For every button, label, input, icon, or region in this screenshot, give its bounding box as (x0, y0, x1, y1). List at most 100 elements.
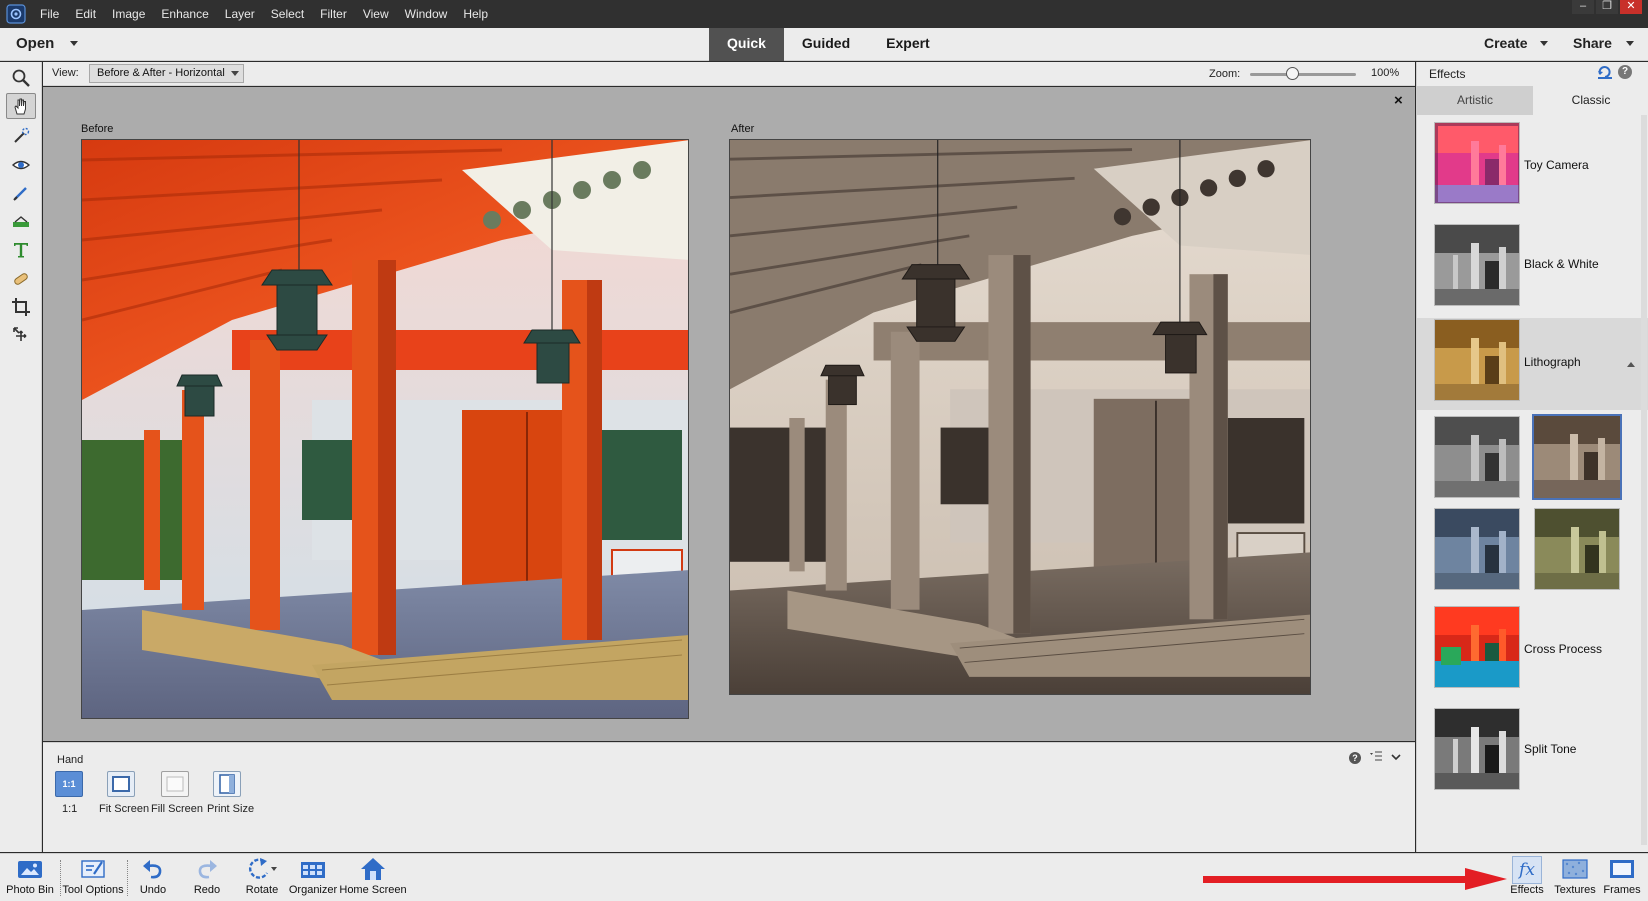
effect-thumbnail (1434, 224, 1520, 306)
effects-button[interactable]: fx Effects (1508, 854, 1546, 901)
effect-toy-camera[interactable]: Toy Camera (1417, 120, 1648, 218)
variation-sepia-selected[interactable] (1532, 414, 1622, 500)
variation-gray[interactable] (1434, 416, 1520, 498)
print-size-button[interactable] (213, 771, 241, 797)
organizer-button[interactable]: Organizer (289, 854, 337, 901)
crop-tool-icon[interactable] (6, 294, 36, 320)
effect-black-white[interactable]: Black & White (1417, 218, 1648, 318)
close-icon[interactable]: × (1394, 92, 1403, 109)
reset-icon[interactable] (1597, 65, 1613, 82)
menu-enhance[interactable]: Enhance (153, 0, 216, 28)
quick-selection-tool-icon[interactable] (6, 123, 36, 149)
zoom-slider-thumb[interactable] (1285, 67, 1299, 80)
hand-tool-icon[interactable] (6, 93, 36, 119)
effect-label: Cross Process (1524, 642, 1603, 656)
view-select-value: Before & After - Horizontal (97, 67, 225, 79)
collapse-caret-icon[interactable] (1627, 362, 1635, 367)
chevron-down-icon (231, 71, 239, 76)
after-label: After (731, 123, 755, 135)
menu-select[interactable]: Select (263, 0, 312, 28)
fill-screen-button[interactable] (161, 771, 189, 797)
effects-fx-icon: fx (1512, 856, 1542, 884)
red-eye-tool-icon[interactable] (6, 152, 36, 178)
effect-thumbnail (1434, 319, 1520, 401)
menu-file[interactable]: File (32, 0, 67, 28)
tab-artistic[interactable]: Artistic (1417, 86, 1533, 115)
effects-scrollbar[interactable] (1641, 115, 1647, 845)
image-canvas: × Before After (43, 87, 1415, 741)
before-image[interactable] (81, 139, 689, 719)
open-button[interactable]: Open (16, 35, 54, 52)
task-label: Undo (139, 884, 167, 896)
menu-window[interactable]: Window (397, 0, 456, 28)
fill-screen-icon (166, 776, 184, 792)
share-button[interactable]: Share (1573, 35, 1612, 51)
menu-image[interactable]: Image (104, 0, 153, 28)
menu-bar: File Edit Image Enhance Layer Select Fil… (0, 0, 1648, 28)
create-dropdown-caret-icon[interactable] (1540, 41, 1548, 46)
effect-thumbnail (1434, 606, 1520, 688)
home-screen-button[interactable]: Home Screen (339, 854, 407, 901)
straighten-tool-icon[interactable] (6, 208, 36, 234)
tab-classic[interactable]: Classic (1533, 86, 1648, 115)
frames-button[interactable]: Frames (1602, 854, 1642, 901)
open-dropdown-caret-icon[interactable] (70, 41, 78, 46)
menu-filter[interactable]: Filter (312, 0, 355, 28)
create-button[interactable]: Create (1484, 35, 1528, 51)
effect-thumbnail (1434, 122, 1520, 204)
menu-view[interactable]: View (355, 0, 397, 28)
type-tool-icon[interactable] (6, 237, 36, 263)
tab-guided[interactable]: Guided (784, 28, 868, 61)
share-dropdown-caret-icon[interactable] (1626, 41, 1634, 46)
spot-healing-tool-icon[interactable] (6, 266, 36, 292)
task-label: Redo (193, 884, 221, 896)
textures-button[interactable]: Textures (1552, 854, 1598, 901)
undo-button[interactable]: Undo (133, 854, 173, 901)
help-icon[interactable]: ? (1349, 751, 1361, 764)
help-icon[interactable]: ? (1618, 65, 1632, 79)
organizer-icon (300, 854, 326, 884)
effect-cross-process[interactable]: Cross Process (1417, 602, 1648, 704)
one-to-one-button[interactable]: 1:1 (55, 771, 83, 797)
home-screen-icon (360, 854, 386, 884)
effect-lithograph[interactable]: Lithograph (1417, 318, 1648, 410)
window-controls: – ❐ ✕ (1572, 0, 1642, 16)
panel-menu-icon[interactable] (1369, 751, 1383, 764)
after-image[interactable] (729, 139, 1311, 695)
task-label: Rotate (245, 884, 279, 896)
menu-layer[interactable]: Layer (217, 0, 263, 28)
menu-edit[interactable]: Edit (67, 0, 104, 28)
tools-panel (0, 62, 42, 852)
move-tool-icon[interactable] (6, 322, 36, 348)
close-window-button[interactable]: ✕ (1620, 0, 1642, 14)
photo-bin-button[interactable]: Photo Bin (6, 854, 54, 901)
zoom-value: 100% (1371, 67, 1400, 79)
divider (60, 860, 61, 896)
variation-green[interactable] (1534, 508, 1620, 590)
variation-blue[interactable] (1434, 508, 1520, 590)
collapse-chevron-icon[interactable] (1391, 752, 1401, 764)
menu-help[interactable]: Help (455, 0, 496, 28)
textures-icon (1562, 854, 1588, 884)
fit-screen-button[interactable] (107, 771, 135, 797)
effect-label: Split Tone (1524, 742, 1577, 756)
tab-expert[interactable]: Expert (868, 28, 948, 61)
task-label: Home Screen (339, 884, 407, 896)
redo-icon (195, 854, 219, 884)
task-label: Tool Options (62, 884, 124, 896)
fx-glyph: fx (1519, 860, 1535, 880)
effects-panel-title: Effects (1429, 67, 1466, 81)
whiten-teeth-tool-icon[interactable] (6, 180, 36, 206)
effect-split-tone[interactable]: Split Tone (1417, 704, 1648, 808)
restore-button[interactable]: ❐ (1596, 0, 1618, 14)
redo-button[interactable]: Redo (187, 854, 227, 901)
zoom-tool-icon[interactable] (6, 65, 36, 91)
rotate-button[interactable]: Rotate (240, 854, 284, 901)
zoom-slider-track[interactable] (1250, 73, 1356, 76)
tab-quick[interactable]: Quick (709, 28, 784, 61)
divider (127, 860, 128, 896)
minimize-button[interactable]: – (1572, 0, 1594, 14)
view-select[interactable]: Before & After - Horizontal (89, 64, 244, 83)
tool-options-button[interactable]: Tool Options (62, 854, 124, 901)
app-logo-icon[interactable] (0, 0, 32, 28)
